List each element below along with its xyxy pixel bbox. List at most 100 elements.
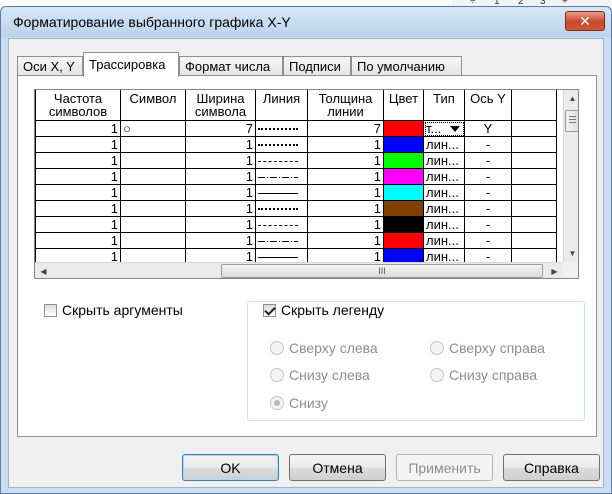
radio-circle[interactable] bbox=[430, 368, 444, 382]
cell-y-axis[interactable]: - bbox=[464, 184, 512, 201]
cell-symbol[interactable] bbox=[120, 232, 186, 249]
cell-symbol[interactable] bbox=[120, 200, 186, 217]
cell-symbol[interactable]: ○ bbox=[120, 120, 186, 137]
tab-tracing[interactable]: Трассировка bbox=[83, 52, 179, 77]
cell-line-style[interactable] bbox=[255, 200, 308, 217]
header-y-axis[interactable]: Ось Y bbox=[464, 90, 512, 121]
help-button[interactable]: Справка bbox=[503, 454, 600, 481]
cell-frequency[interactable]: 1 bbox=[35, 200, 121, 217]
cell-line-style[interactable] bbox=[255, 136, 308, 153]
cell-thickness[interactable]: 7 bbox=[307, 120, 384, 137]
grid-vertical-scrollbar[interactable]: ▲ ▼ bbox=[563, 90, 578, 262]
cell-frequency[interactable]: 1 bbox=[35, 136, 121, 153]
cell-type[interactable]: лин... bbox=[423, 200, 465, 217]
cell-frequency[interactable]: 1 bbox=[35, 152, 121, 169]
cell-color[interactable] bbox=[383, 216, 424, 233]
scroll-down-icon[interactable]: ▼ bbox=[564, 245, 578, 262]
tab-number-format[interactable]: Формат числа bbox=[179, 56, 283, 76]
cancel-button[interactable]: Отмена bbox=[289, 454, 386, 481]
checkbox-box[interactable] bbox=[44, 303, 57, 317]
cell-line-style[interactable] bbox=[255, 216, 308, 233]
vertical-scroll-thumb[interactable] bbox=[565, 110, 578, 132]
cell-frequency[interactable]: 1 bbox=[35, 168, 121, 185]
cell-thickness[interactable]: 1 bbox=[307, 216, 384, 233]
cell-symbol-width[interactable]: 7 bbox=[185, 120, 256, 137]
scroll-right-icon[interactable]: ▶ bbox=[546, 263, 563, 278]
cell-line-style[interactable] bbox=[255, 168, 308, 185]
cell-symbol[interactable] bbox=[120, 184, 186, 201]
cell-y-axis[interactable]: - bbox=[464, 216, 512, 233]
close-button[interactable]: ✕ bbox=[565, 11, 605, 31]
table-row[interactable]: 1 1 1 лин...- bbox=[35, 232, 557, 249]
radio-top-right[interactable]: Сверху справа bbox=[430, 340, 545, 356]
header-line-thickness[interactable]: Толщина линии bbox=[307, 90, 384, 121]
table-row[interactable]: 1 1 1 лин...- bbox=[35, 152, 557, 169]
cell-y-axis[interactable]: - bbox=[464, 200, 512, 217]
cell-color[interactable] bbox=[383, 184, 424, 201]
cell-color[interactable] bbox=[383, 136, 424, 153]
cell-type[interactable]: лин... bbox=[423, 152, 465, 169]
tab-labels[interactable]: Подписи bbox=[283, 56, 351, 76]
cell-type[interactable]: т... bbox=[423, 120, 465, 137]
header-symbol[interactable]: Символ bbox=[120, 90, 186, 121]
cell-symbol-width[interactable]: 1 bbox=[185, 168, 256, 185]
cell-y-axis[interactable]: - bbox=[464, 152, 512, 169]
cell-symbol-width[interactable]: 1 bbox=[185, 200, 256, 217]
cell-y-axis[interactable]: - bbox=[464, 232, 512, 249]
horizontal-scroll-thumb[interactable]: III bbox=[221, 264, 543, 278]
radio-bottom-left[interactable]: Снизу слева bbox=[270, 367, 370, 383]
cell-thickness[interactable]: 1 bbox=[307, 232, 384, 249]
cell-symbol[interactable] bbox=[120, 136, 186, 153]
radio-circle[interactable] bbox=[270, 396, 284, 410]
table-row[interactable]: 1 ○ 7 7 т... Y bbox=[35, 120, 557, 137]
cell-line-style[interactable] bbox=[255, 232, 308, 249]
cell-type[interactable]: лин... bbox=[423, 168, 465, 185]
title-bar[interactable]: Форматирование выбранного графика X-Y ✕ bbox=[1, 7, 611, 37]
cell-symbol-width[interactable]: 1 bbox=[185, 184, 256, 201]
cell-frequency[interactable]: 1 bbox=[35, 232, 121, 249]
cell-y-axis[interactable]: Y bbox=[464, 120, 512, 137]
cell-color[interactable] bbox=[383, 168, 424, 185]
table-row[interactable]: 1 1 1 лин...- bbox=[35, 200, 557, 217]
scroll-left-icon[interactable]: ◀ bbox=[35, 263, 52, 278]
cell-symbol[interactable] bbox=[120, 152, 186, 169]
radio-circle[interactable] bbox=[270, 368, 284, 382]
cell-type[interactable]: лин... bbox=[423, 216, 465, 233]
table-row[interactable]: 1 1 1 лин...- bbox=[35, 136, 557, 153]
header-symbol-frequency[interactable]: Частота символов bbox=[35, 90, 121, 121]
cell-type[interactable]: лин... bbox=[423, 232, 465, 249]
cell-thickness[interactable]: 1 bbox=[307, 200, 384, 217]
cell-color[interactable] bbox=[383, 152, 424, 169]
header-line[interactable]: Линия bbox=[255, 90, 308, 121]
cell-symbol[interactable] bbox=[120, 216, 186, 233]
radio-top-left[interactable]: Сверху слева bbox=[270, 340, 378, 356]
cell-thickness[interactable]: 1 bbox=[307, 184, 384, 201]
cell-type[interactable]: лин... bbox=[423, 184, 465, 201]
cell-color[interactable] bbox=[383, 232, 424, 249]
cell-y-axis[interactable]: - bbox=[464, 168, 512, 185]
cell-thickness[interactable]: 1 bbox=[307, 168, 384, 185]
radio-bottom-right[interactable]: Снизу справа bbox=[430, 367, 537, 383]
cell-thickness[interactable]: 1 bbox=[307, 136, 384, 153]
header-color[interactable]: Цвет bbox=[383, 90, 424, 121]
cell-line-style[interactable] bbox=[255, 184, 308, 201]
cell-symbol-width[interactable]: 1 bbox=[185, 152, 256, 169]
tab-defaults[interactable]: По умолчанию bbox=[351, 56, 462, 76]
tab-axes[interactable]: Оси X, Y bbox=[17, 56, 83, 76]
cell-symbol-width[interactable]: 1 bbox=[185, 136, 256, 153]
cell-symbol-width[interactable]: 1 bbox=[185, 232, 256, 249]
ok-button[interactable]: OK bbox=[182, 454, 279, 481]
cell-type[interactable]: лин... bbox=[423, 136, 465, 153]
dropdown-arrow-icon[interactable] bbox=[450, 126, 460, 132]
cell-frequency[interactable]: 1 bbox=[35, 120, 121, 137]
table-row[interactable]: 1 1 1 лин...- bbox=[35, 184, 557, 201]
cell-symbol-width[interactable]: 1 bbox=[185, 216, 256, 233]
trace-grid[interactable]: Частота символов Символ Ширина символа Л… bbox=[34, 89, 579, 279]
table-row[interactable]: 1 1 1 лин...- bbox=[35, 216, 557, 233]
cell-color[interactable] bbox=[383, 120, 424, 137]
apply-button[interactable]: Применить bbox=[396, 454, 493, 481]
cell-line-style[interactable] bbox=[255, 120, 308, 137]
radio-circle[interactable] bbox=[430, 341, 444, 355]
cell-y-axis[interactable]: - bbox=[464, 136, 512, 153]
cell-symbol[interactable] bbox=[120, 168, 186, 185]
